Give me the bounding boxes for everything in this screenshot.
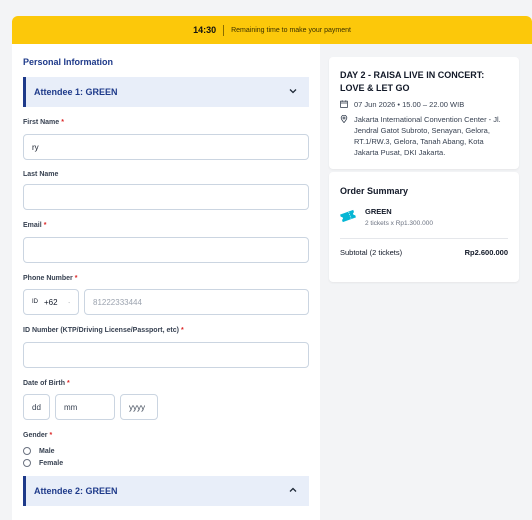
required-marker: * — [180, 327, 184, 334]
country-code-select[interactable]: ID +62 — [23, 289, 79, 315]
id-number-label: ID Number (KTP/Driving License/Passport,… — [23, 327, 184, 334]
ticket-line-item: GREEN 2 tickets x Rp1.300.000 — [340, 207, 508, 227]
timer-countdown: 14:30 — [193, 25, 217, 35]
email-label-text: Email — [23, 222, 42, 229]
attendee-form-panel: Personal Information Attendee 1: GREEN F… — [12, 44, 320, 520]
attendee-2-header[interactable]: Attendee 2: GREEN — [23, 476, 309, 506]
last-name-label: Last Name — [23, 171, 59, 178]
required-marker: * — [49, 432, 53, 439]
calendar-icon — [340, 100, 348, 108]
ticket-name: GREEN — [365, 207, 392, 216]
id-number-label-text: ID Number (KTP/Driving License/Passport,… — [23, 327, 179, 334]
last-name-input[interactable] — [23, 184, 309, 210]
gender-option-label: Male — [39, 447, 55, 455]
attendee-1-title: Attendee 1: GREEN — [34, 87, 118, 97]
gender-option-male[interactable]: Male — [23, 447, 55, 455]
first-name-label-text: First Name — [23, 119, 60, 126]
required-marker: * — [67, 380, 70, 387]
event-datetime: 07 Jun 2026 • 15.00 – 22.00 WIB — [354, 100, 465, 109]
order-summary-title: Order Summary — [340, 186, 409, 196]
event-info-card: DAY 2 - RAISA LIVE IN CONCERT: LOVE & LE… — [329, 57, 519, 169]
email-input[interactable] — [23, 237, 309, 263]
ticket-icon — [340, 209, 356, 223]
ticket-detail: 2 tickets x Rp1.300.000 — [365, 220, 433, 227]
email-label: Email * — [23, 222, 46, 229]
subtotal-amount: Rp2.600.000 — [464, 248, 508, 257]
first-name-input[interactable]: ry — [23, 134, 309, 160]
chevron-down-icon — [289, 89, 297, 94]
dob-month-input[interactable]: mm — [55, 394, 115, 420]
dob-day-input[interactable]: dd — [23, 394, 50, 420]
chevron-down-icon — [68, 301, 70, 303]
section-title: Personal Information — [23, 57, 114, 67]
first-name-label: First Name * — [23, 119, 64, 126]
gender-option-female[interactable]: Female — [23, 459, 63, 467]
dob-label-text: Date of Birth — [23, 380, 65, 387]
event-title: DAY 2 - RAISA LIVE IN CONCERT: LOVE & LE… — [340, 70, 485, 93]
event-location: Jakarta International Convention Center … — [354, 115, 501, 157]
required-marker: * — [43, 222, 47, 229]
phone-input[interactable]: 81222333444 — [84, 289, 309, 315]
event-location-row: Jakarta International Convention Center … — [340, 114, 508, 158]
payment-timer-bar: 14:30 Remaining time to make your paymen… — [12, 16, 532, 44]
phone-label: Phone Number * — [23, 275, 78, 282]
chevron-up-icon — [289, 487, 297, 492]
location-pin-icon — [340, 115, 348, 123]
dob-year-input[interactable]: yyyy — [120, 394, 158, 420]
radio-button[interactable] — [23, 459, 31, 467]
timer-message: Remaining time to make your payment — [231, 26, 351, 34]
country-code-value: +62 — [44, 297, 58, 307]
gender-label: Gender * — [23, 432, 52, 439]
subtotal-row: Subtotal (2 tickets) Rp2.600.000 — [340, 248, 508, 257]
event-datetime-row: 07 Jun 2026 • 15.00 – 22.00 WIB — [340, 99, 508, 110]
timer-separator — [223, 24, 225, 36]
gender-option-label: Female — [39, 459, 64, 467]
radio-button[interactable] — [23, 447, 31, 455]
required-marker: * — [61, 119, 64, 126]
dob-label: Date of Birth * — [23, 380, 70, 387]
order-summary-card: Order Summary GREEN 2 tickets x Rp1.300.… — [329, 172, 519, 282]
phone-label-text: Phone Number — [23, 275, 73, 282]
attendee-2-title: Attendee 2: GREEN — [34, 486, 118, 496]
summary-divider — [340, 238, 508, 239]
gender-label-text: Gender — [23, 432, 48, 439]
required-marker: * — [74, 275, 78, 282]
id-number-input[interactable] — [23, 342, 309, 368]
attendee-1-header[interactable]: Attendee 1: GREEN — [23, 77, 309, 107]
subtotal-label: Subtotal (2 tickets) — [340, 248, 403, 257]
country-flag: ID — [32, 299, 38, 305]
